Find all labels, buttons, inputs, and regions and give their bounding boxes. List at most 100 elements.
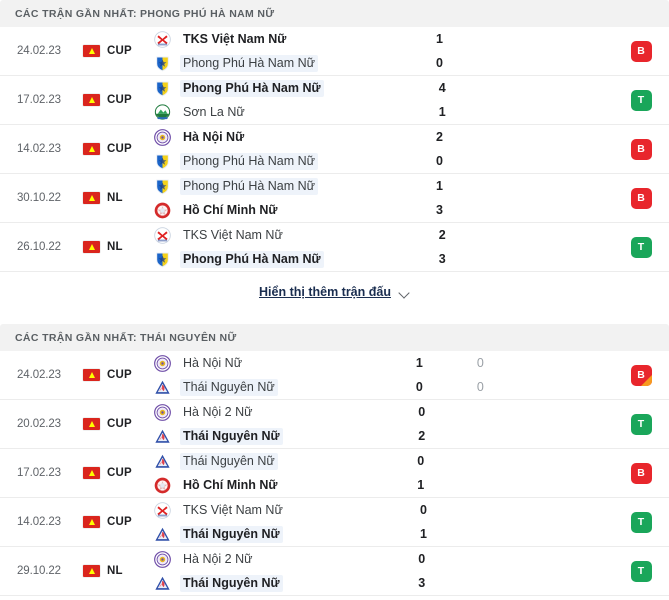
row-spacer bbox=[527, 27, 613, 75]
result-cell: B bbox=[613, 125, 669, 173]
show-more-label[interactable]: Hiển thị thêm trận đấu bbox=[259, 285, 391, 299]
team-row-away[interactable]: Thái Nguyên Nữ bbox=[154, 428, 387, 445]
team-row-home[interactable]: Hà Nội Nữ bbox=[154, 129, 405, 146]
team-row-home[interactable]: Hà Nội 2 Nữ bbox=[154, 404, 387, 421]
team-row-home[interactable]: Hà Nội 2 Nữ bbox=[154, 551, 387, 568]
section-header: CÁC TRẬN GẦN NHẤT: PHONG PHÚ HÀ NAM NỮ bbox=[0, 0, 669, 27]
competition-cell[interactable]: NL bbox=[78, 223, 146, 271]
chevron-down-icon[interactable] bbox=[399, 289, 410, 296]
team-row-home[interactable]: TKS Việt Nam Nữ bbox=[154, 502, 388, 519]
away-score: 0 bbox=[416, 379, 423, 396]
team-name-home[interactable]: Hà Nội 2 Nữ bbox=[180, 404, 256, 421]
home-score: 2 bbox=[439, 227, 446, 244]
match-date: 17.02.23 bbox=[0, 449, 78, 497]
team-row-away[interactable]: Thái Nguyên Nữ bbox=[154, 575, 387, 592]
result-letter: T bbox=[638, 241, 644, 253]
match-row[interactable]: 24.02.23CUPHà Nội NữThái Nguyên Nữ1000B bbox=[0, 351, 669, 400]
result-letter: T bbox=[638, 94, 644, 106]
match-date-text: 30.10.22 bbox=[17, 192, 61, 204]
team-name-home[interactable]: Phong Phú Hà Nam Nữ bbox=[180, 178, 318, 195]
ho-chi-minh-logo bbox=[154, 477, 171, 494]
team-name-away[interactable]: Hồ Chí Minh Nữ bbox=[180, 202, 280, 219]
team-row-home[interactable]: Phong Phú Hà Nam Nữ bbox=[154, 178, 405, 195]
team-row-away[interactable]: Phong Phú Hà Nam Nữ bbox=[154, 251, 407, 268]
competition-cell[interactable]: CUP bbox=[78, 498, 146, 546]
competition-cell[interactable]: NL bbox=[78, 174, 146, 222]
team-name-home[interactable]: Thái Nguyên Nữ bbox=[180, 453, 278, 470]
competition-label: CUP bbox=[107, 143, 132, 155]
competition-cell[interactable]: NL bbox=[78, 547, 146, 595]
competition-cell[interactable]: CUP bbox=[78, 351, 146, 399]
match-date: 26.10.22 bbox=[0, 223, 78, 271]
home-score: 2 bbox=[436, 129, 443, 146]
match-date-text: 24.02.23 bbox=[17, 45, 61, 57]
team-row-away[interactable]: Phong Phú Hà Nam Nữ bbox=[154, 55, 405, 72]
competition-cell[interactable]: CUP bbox=[78, 125, 146, 173]
team-row-home[interactable]: Phong Phú Hà Nam Nữ bbox=[154, 80, 407, 97]
team-row-away[interactable]: Phong Phú Hà Nam Nữ bbox=[154, 153, 405, 170]
competition-cell[interactable]: CUP bbox=[78, 449, 146, 497]
competition-cell[interactable]: CUP bbox=[78, 400, 146, 448]
score-cell: 01 bbox=[388, 498, 458, 546]
team-name-home[interactable]: TKS Việt Nam Nữ bbox=[180, 31, 289, 48]
match-date: 17.02.23 bbox=[0, 76, 78, 124]
match-row[interactable]: 17.02.23CUPThái Nguyên NữHồ Chí Minh Nữ0… bbox=[0, 449, 669, 498]
match-row[interactable]: 24.02.23 CUP TKS Việt Nam Nữ Phong Phú Hà N… bbox=[0, 27, 669, 76]
match-date-text: 29.10.22 bbox=[17, 565, 61, 577]
team-name-away[interactable]: Thái Nguyên Nữ bbox=[180, 379, 278, 396]
section-title: CÁC TRẬN GẦN NHẤT: PHONG PHÚ HÀ NAM NỮ bbox=[15, 8, 274, 20]
team-name-away[interactable]: Thái Nguyên Nữ bbox=[180, 575, 283, 592]
competition-label: NL bbox=[107, 565, 123, 577]
team-row-away[interactable]: Hồ Chí Minh Nữ bbox=[154, 477, 386, 494]
match-row[interactable]: 17.02.23CUPPhong Phú Hà Nam NữSơn La Nữ4… bbox=[0, 76, 669, 125]
thai-nguyen-logo bbox=[154, 526, 171, 543]
team-name-home[interactable]: Hà Nội Nữ bbox=[180, 355, 245, 372]
team-name-home[interactable]: Hà Nội Nữ bbox=[180, 129, 247, 146]
match-row[interactable]: 29.10.22NLHà Nội 2 NữThái Nguyên Nữ03T bbox=[0, 547, 669, 596]
match-row[interactable]: 26.10.22NL TKS Việt Nam Nữ Phong Phú Hà Na… bbox=[0, 223, 669, 272]
penalty-score-cell bbox=[477, 223, 529, 271]
team-row-home[interactable]: Hà Nội Nữ bbox=[154, 355, 384, 372]
match-row[interactable]: 14.02.23CUPHà Nội NữPhong Phú Hà Nam Nữ2… bbox=[0, 125, 669, 174]
tks-viet-nam-logo bbox=[154, 502, 171, 519]
result-cell: T bbox=[613, 223, 669, 271]
competition-cell[interactable]: CUP bbox=[78, 27, 146, 75]
team-row-home[interactable]: Thái Nguyên Nữ bbox=[154, 453, 386, 470]
team-name-away[interactable]: Thái Nguyên Nữ bbox=[180, 428, 283, 445]
team-row-away[interactable]: Thái Nguyên Nữ bbox=[154, 526, 388, 543]
status-badge: B bbox=[631, 139, 652, 160]
match-date: 24.02.23 bbox=[0, 27, 78, 75]
team-name-away[interactable]: Hồ Chí Minh Nữ bbox=[180, 477, 280, 494]
team-row-away[interactable]: Hồ Chí Minh Nữ bbox=[154, 202, 405, 219]
team-name-away[interactable]: Phong Phú Hà Nam Nữ bbox=[180, 55, 318, 72]
match-row[interactable]: 20.02.23CUPHà Nội 2 NữThái Nguyên Nữ02T bbox=[0, 400, 669, 449]
match-row[interactable]: 14.02.23CUPTKS Việt Nam NữThái Nguyên Nữ… bbox=[0, 498, 669, 547]
team-row-away[interactable]: Sơn La Nữ bbox=[154, 104, 407, 121]
section-gap bbox=[0, 312, 669, 324]
penalty-score-cell bbox=[477, 76, 529, 124]
match-row[interactable]: 30.10.22 NL Phong Phú Hà Nam Nữ Hồ Chí Minh… bbox=[0, 174, 669, 223]
team-name-home[interactable]: Phong Phú Hà Nam Nữ bbox=[180, 80, 324, 97]
team-name-away[interactable]: Phong Phú Hà Nam Nữ bbox=[180, 153, 318, 170]
section-title: CÁC TRẬN GẦN NHẤT: THÁI NGUYÊN NỮ bbox=[15, 332, 237, 344]
match-list: 24.02.23CUPHà Nội NữThái Nguyên Nữ1000B2… bbox=[0, 351, 669, 596]
team-row-away[interactable]: Thái Nguyên Nữ bbox=[154, 379, 384, 396]
teams-cell: Hà Nội 2 Nữ Thái Nguyên Nữ bbox=[146, 547, 387, 595]
vietnam-flag-icon bbox=[83, 45, 100, 57]
result-cell: T bbox=[613, 76, 669, 124]
teams-cell: Thái Nguyên Nữ Hồ Chí Minh Nữ bbox=[146, 449, 386, 497]
team-name-away[interactable]: Sơn La Nữ bbox=[180, 104, 248, 121]
team-name-home[interactable]: TKS Việt Nam Nữ bbox=[180, 227, 286, 244]
away-penalty-score: 0 bbox=[477, 379, 484, 396]
row-spacer bbox=[527, 125, 613, 173]
team-name-home[interactable]: Hà Nội 2 Nữ bbox=[180, 551, 256, 568]
team-name-away[interactable]: Phong Phú Hà Nam Nữ bbox=[180, 251, 324, 268]
team-row-home[interactable]: TKS Việt Nam Nữ bbox=[154, 31, 405, 48]
competition-cell[interactable]: CUP bbox=[78, 76, 146, 124]
row-spacer bbox=[529, 76, 613, 124]
team-name-home[interactable]: TKS Việt Nam Nữ bbox=[180, 502, 286, 519]
team-row-home[interactable]: TKS Việt Nam Nữ bbox=[154, 227, 407, 244]
thai-nguyen-logo bbox=[154, 379, 171, 396]
team-name-away[interactable]: Thái Nguyên Nữ bbox=[180, 526, 283, 543]
show-more-matches-button[interactable]: Hiển thị thêm trận đấu bbox=[0, 272, 669, 312]
